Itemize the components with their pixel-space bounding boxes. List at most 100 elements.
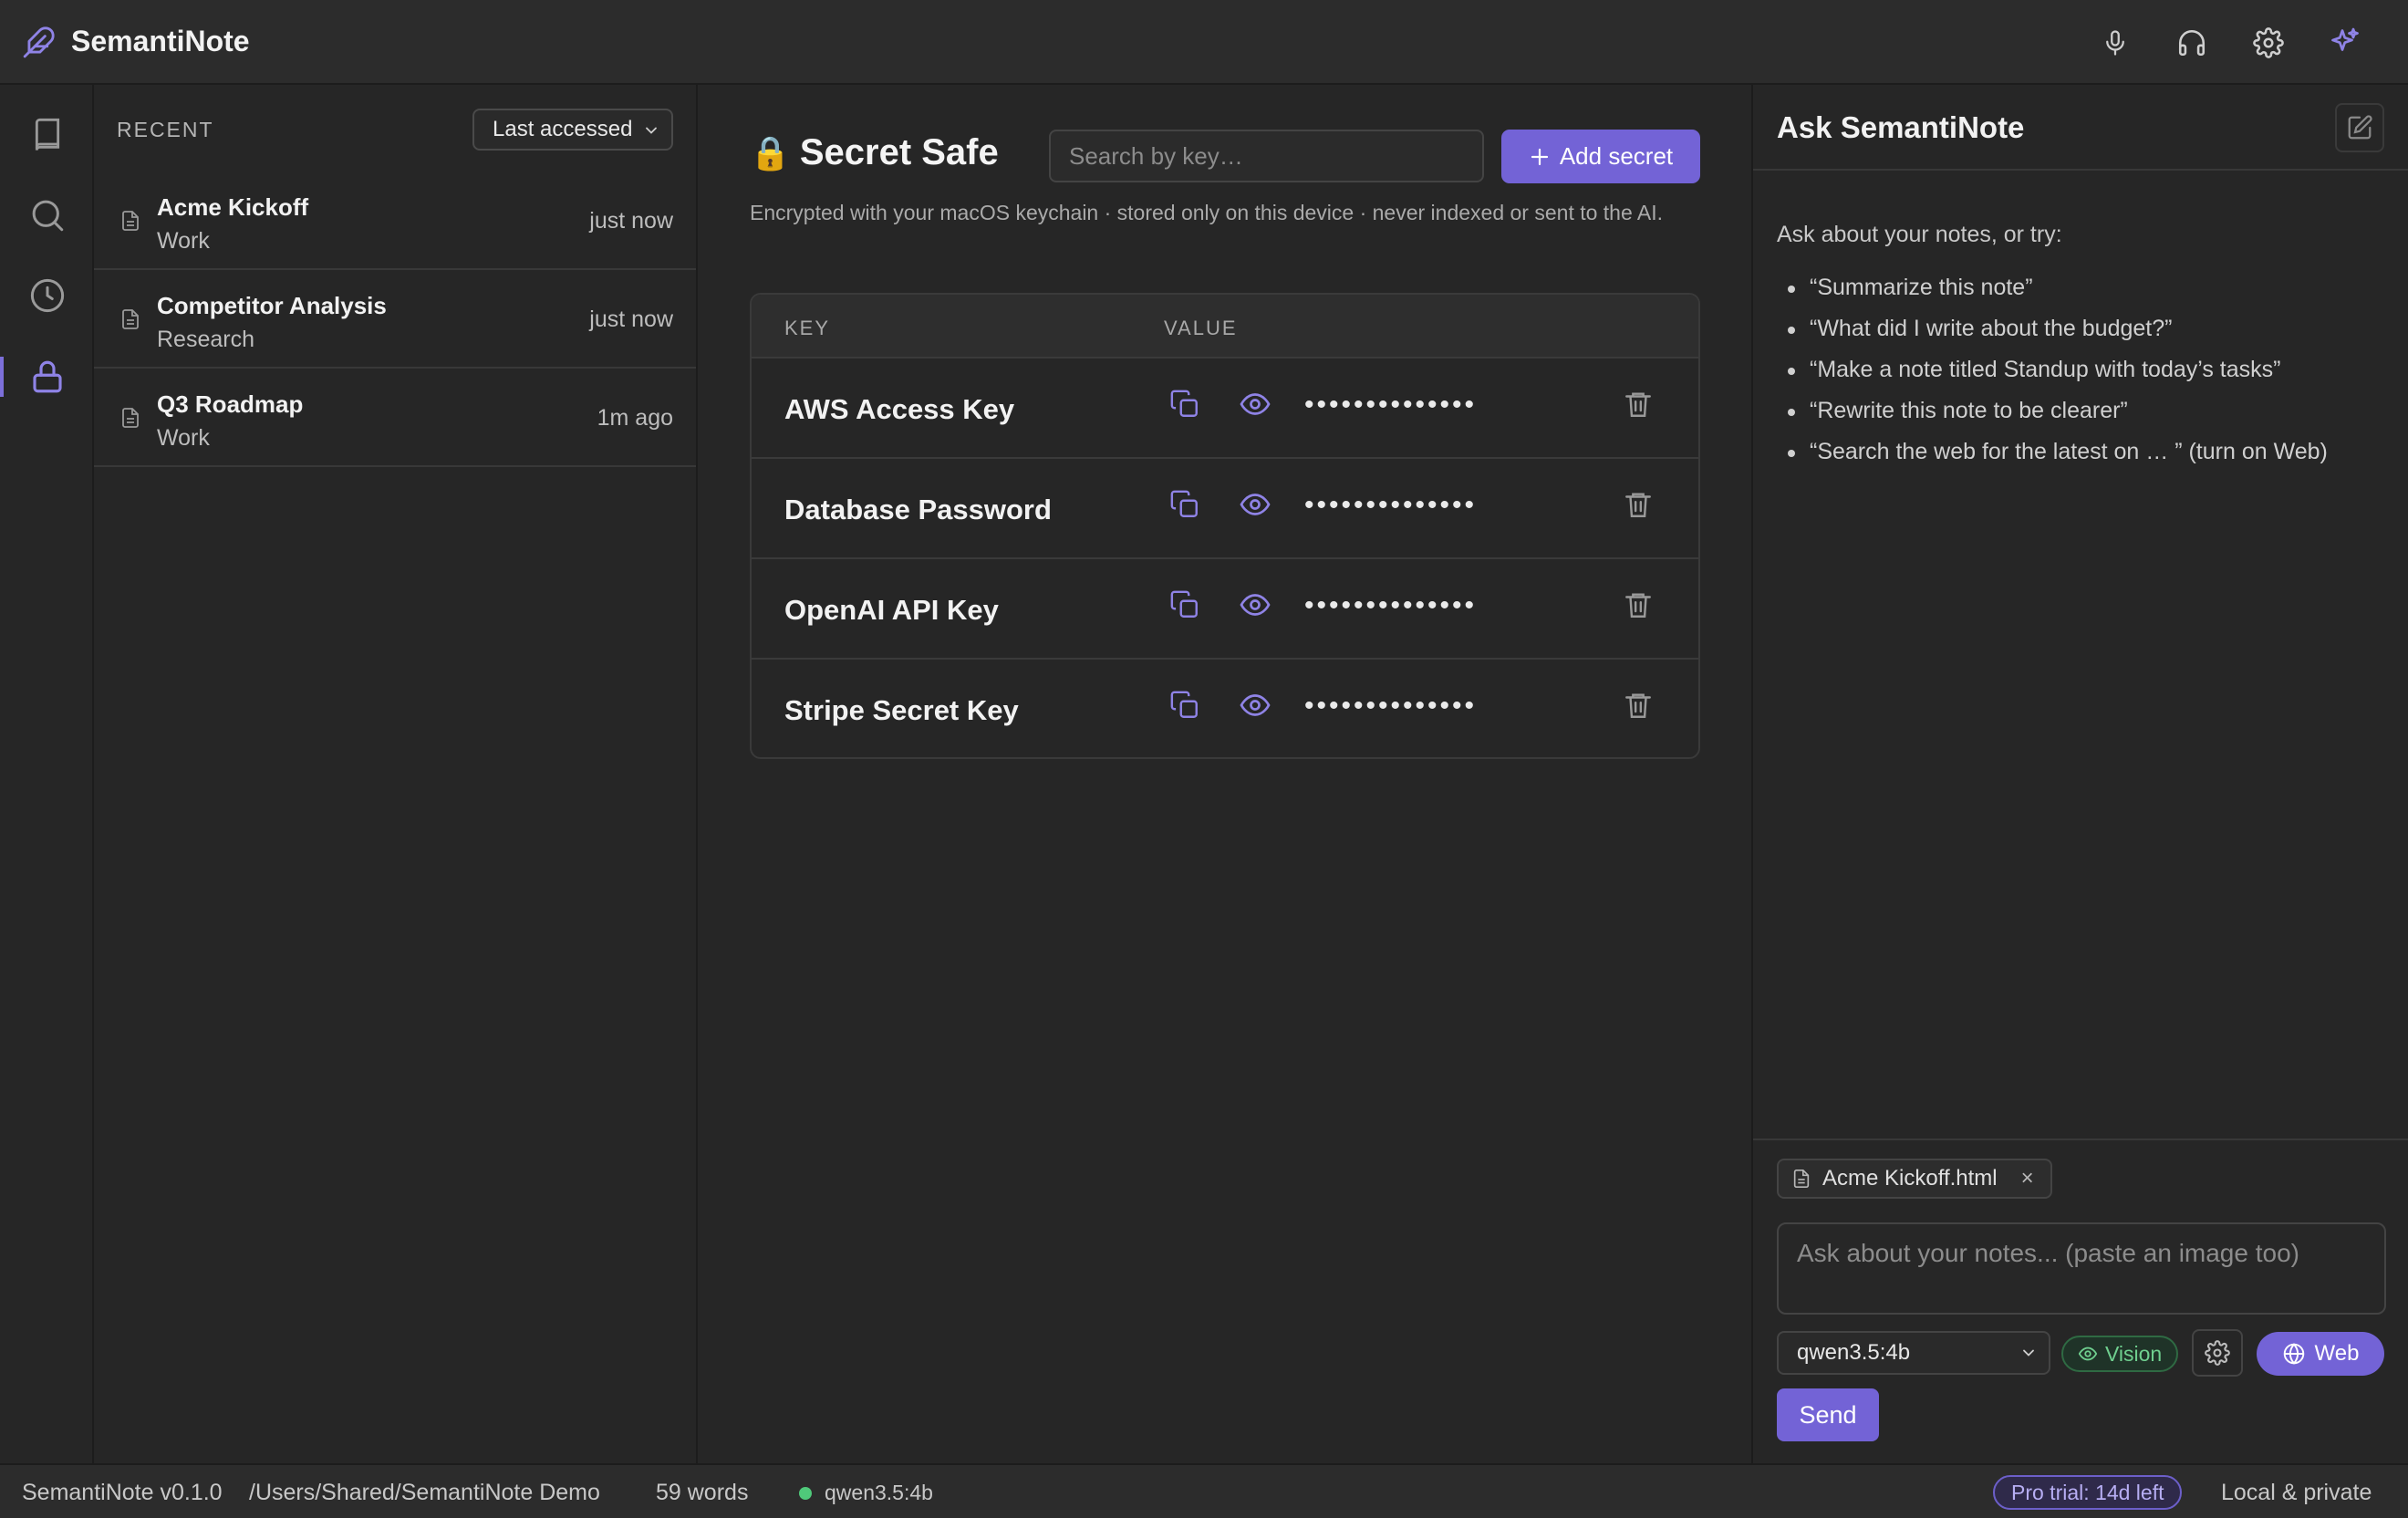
ask-input[interactable]	[1777, 1222, 2386, 1315]
ask-header: Ask SemantiNote	[1753, 85, 2408, 171]
headphones-icon[interactable]	[2169, 20, 2215, 66]
masked-value: ••••••••••••••	[1304, 590, 1478, 620]
trash-icon[interactable]	[1623, 689, 1654, 722]
masked-value: ••••••••••••••	[1304, 691, 1478, 721]
eye-icon[interactable]	[1239, 488, 1271, 521]
suggestion-item[interactable]: “Make a note titled Standup with today’s…	[1777, 357, 2328, 398]
plus-icon	[1529, 146, 1551, 168]
model-value: qwen3.5:4b	[1797, 1340, 1911, 1365]
vision-badge: Vision	[2061, 1336, 2179, 1372]
safe-description: Encrypted with your macOS keychain · sto…	[750, 201, 1664, 224]
copy-icon[interactable]	[1169, 488, 1200, 521]
trash-icon[interactable]	[1623, 488, 1654, 521]
secret-key: Database Password	[784, 494, 1052, 525]
ask-intro: Ask about your notes, or try:	[1777, 222, 2062, 247]
notebook-icon[interactable]	[0, 99, 94, 172]
microphone-icon[interactable]	[2092, 20, 2138, 66]
search-icon[interactable]	[0, 179, 94, 252]
note-item[interactable]: Q3 Roadmap Work 1m ago	[94, 369, 696, 467]
copy-icon[interactable]	[1169, 588, 1200, 621]
status-path: /Users/Shared/SemantiNote Demo	[249, 1480, 600, 1505]
web-toggle[interactable]: Web	[2257, 1332, 2384, 1376]
table-row: AWS Access Key ••••••••••••••	[752, 359, 1698, 459]
add-secret-button[interactable]: Add secret	[1501, 130, 1700, 183]
feather-logo-icon	[22, 25, 57, 59]
suggestion-item[interactable]: “Rewrite this note to be clearer”	[1777, 398, 2328, 439]
new-chat-button[interactable]	[2335, 103, 2384, 152]
secret-safe-view: 🔒 Secret Safe Add secret Encrypted with …	[698, 85, 1751, 1463]
secrets-table: KEY VALUE AWS Access Key •••••••••••••• …	[750, 293, 1700, 759]
secret-key: Stripe Secret Key	[784, 694, 1019, 726]
model-settings-button[interactable]	[2192, 1329, 2243, 1377]
note-item[interactable]: Acme Kickoff Work just now	[94, 172, 696, 270]
recent-header: RECENT Last accessed	[94, 85, 696, 172]
masked-value: ••••••••••••••	[1304, 390, 1478, 420]
note-item[interactable]: Competitor Analysis Research just now	[94, 270, 696, 369]
note-title: Q3 Roadmap	[157, 390, 304, 418]
edit-icon	[2346, 114, 2373, 141]
clock-icon[interactable]	[0, 259, 94, 332]
gear-icon	[2205, 1340, 2230, 1366]
eye-icon[interactable]	[1239, 689, 1271, 722]
eye-icon	[2078, 1344, 2098, 1364]
recent-label: RECENT	[117, 118, 214, 141]
secret-key: AWS Access Key	[784, 393, 1015, 425]
gear-icon[interactable]	[2246, 20, 2291, 66]
status-version: SemantiNote v0.1.0	[22, 1480, 223, 1505]
sparkles-icon[interactable]	[2322, 20, 2368, 66]
sort-value: Last accessed	[493, 117, 633, 141]
note-time: just now	[589, 307, 673, 332]
table-row: OpenAI API Key ••••••••••••••	[752, 559, 1698, 660]
document-icon	[1791, 1167, 1811, 1190]
status-model: qwen3.5:4b	[825, 1481, 933, 1504]
lock-emoji-icon: 🔒	[750, 133, 791, 172]
app-title: SemantiNote	[71, 25, 250, 57]
attachment-name: Acme Kickoff.html	[1822, 1166, 1998, 1190]
toolbar-icons	[2092, 20, 2368, 66]
eye-icon[interactable]	[1239, 388, 1271, 421]
table-header: KEY VALUE	[752, 295, 1698, 359]
page-header: 🔒 Secret Safe	[750, 132, 999, 173]
secret-key: OpenAI API Key	[784, 594, 999, 626]
suggestion-item[interactable]: “What did I write about the budget?”	[1777, 316, 2328, 357]
lock-icon[interactable]	[0, 340, 94, 413]
column-header-key: KEY	[784, 317, 831, 339]
app-window: SemantiNote RECENT Last accessed Acme Ki…	[0, 0, 2408, 1518]
nav-rail	[0, 85, 94, 1463]
document-icon	[119, 208, 141, 234]
add-secret-label: Add secret	[1559, 142, 1674, 170]
title-bar: SemantiNote	[0, 0, 2408, 85]
vision-label: Vision	[2105, 1341, 2163, 1366]
ask-panel: Ask SemantiNote Ask about your notes, or…	[1751, 85, 2408, 1463]
copy-icon[interactable]	[1169, 388, 1200, 421]
column-header-value: VALUE	[1164, 317, 1238, 339]
suggestion-item[interactable]: “Search the web for the latest on … ” (t…	[1777, 439, 2328, 480]
model-select[interactable]: qwen3.5:4b	[1777, 1331, 2050, 1375]
model-online-indicator	[799, 1487, 812, 1500]
pro-trial-badge[interactable]: Pro trial: 14d left	[1993, 1475, 2183, 1510]
table-row: Stripe Secret Key ••••••••••••••	[752, 660, 1698, 757]
sort-select[interactable]: Last accessed	[472, 109, 673, 151]
remove-attachment-button[interactable]: ×	[2021, 1166, 2034, 1191]
chevron-down-icon	[2019, 1344, 2038, 1362]
eye-icon[interactable]	[1239, 588, 1271, 621]
status-privacy: Local & private	[2221, 1480, 2372, 1505]
note-title: Competitor Analysis	[157, 292, 387, 319]
status-bar: SemantiNote v0.1.0 /Users/Shared/Semanti…	[0, 1463, 2408, 1518]
chevron-down-icon	[642, 121, 660, 140]
trash-icon[interactable]	[1623, 388, 1654, 421]
suggestion-item[interactable]: “Summarize this note”	[1777, 275, 2328, 316]
send-button[interactable]: Send	[1777, 1388, 1879, 1441]
trash-icon[interactable]	[1623, 588, 1654, 621]
brand: SemantiNote	[22, 25, 250, 59]
copy-icon[interactable]	[1169, 689, 1200, 722]
page-title: Secret Safe	[799, 132, 999, 172]
status-word-count: 59 words	[656, 1480, 749, 1505]
globe-icon	[2282, 1342, 2306, 1366]
composer: Acme Kickoff.html × qwen3.5:4b Vision We…	[1753, 1138, 2408, 1463]
suggestion-list: “Summarize this note” “What did I write …	[1777, 275, 2328, 480]
note-folder: Work	[157, 425, 210, 451]
web-label: Web	[2314, 1341, 2360, 1366]
note-title: Acme Kickoff	[157, 193, 309, 221]
secret-search-input[interactable]	[1049, 130, 1484, 182]
